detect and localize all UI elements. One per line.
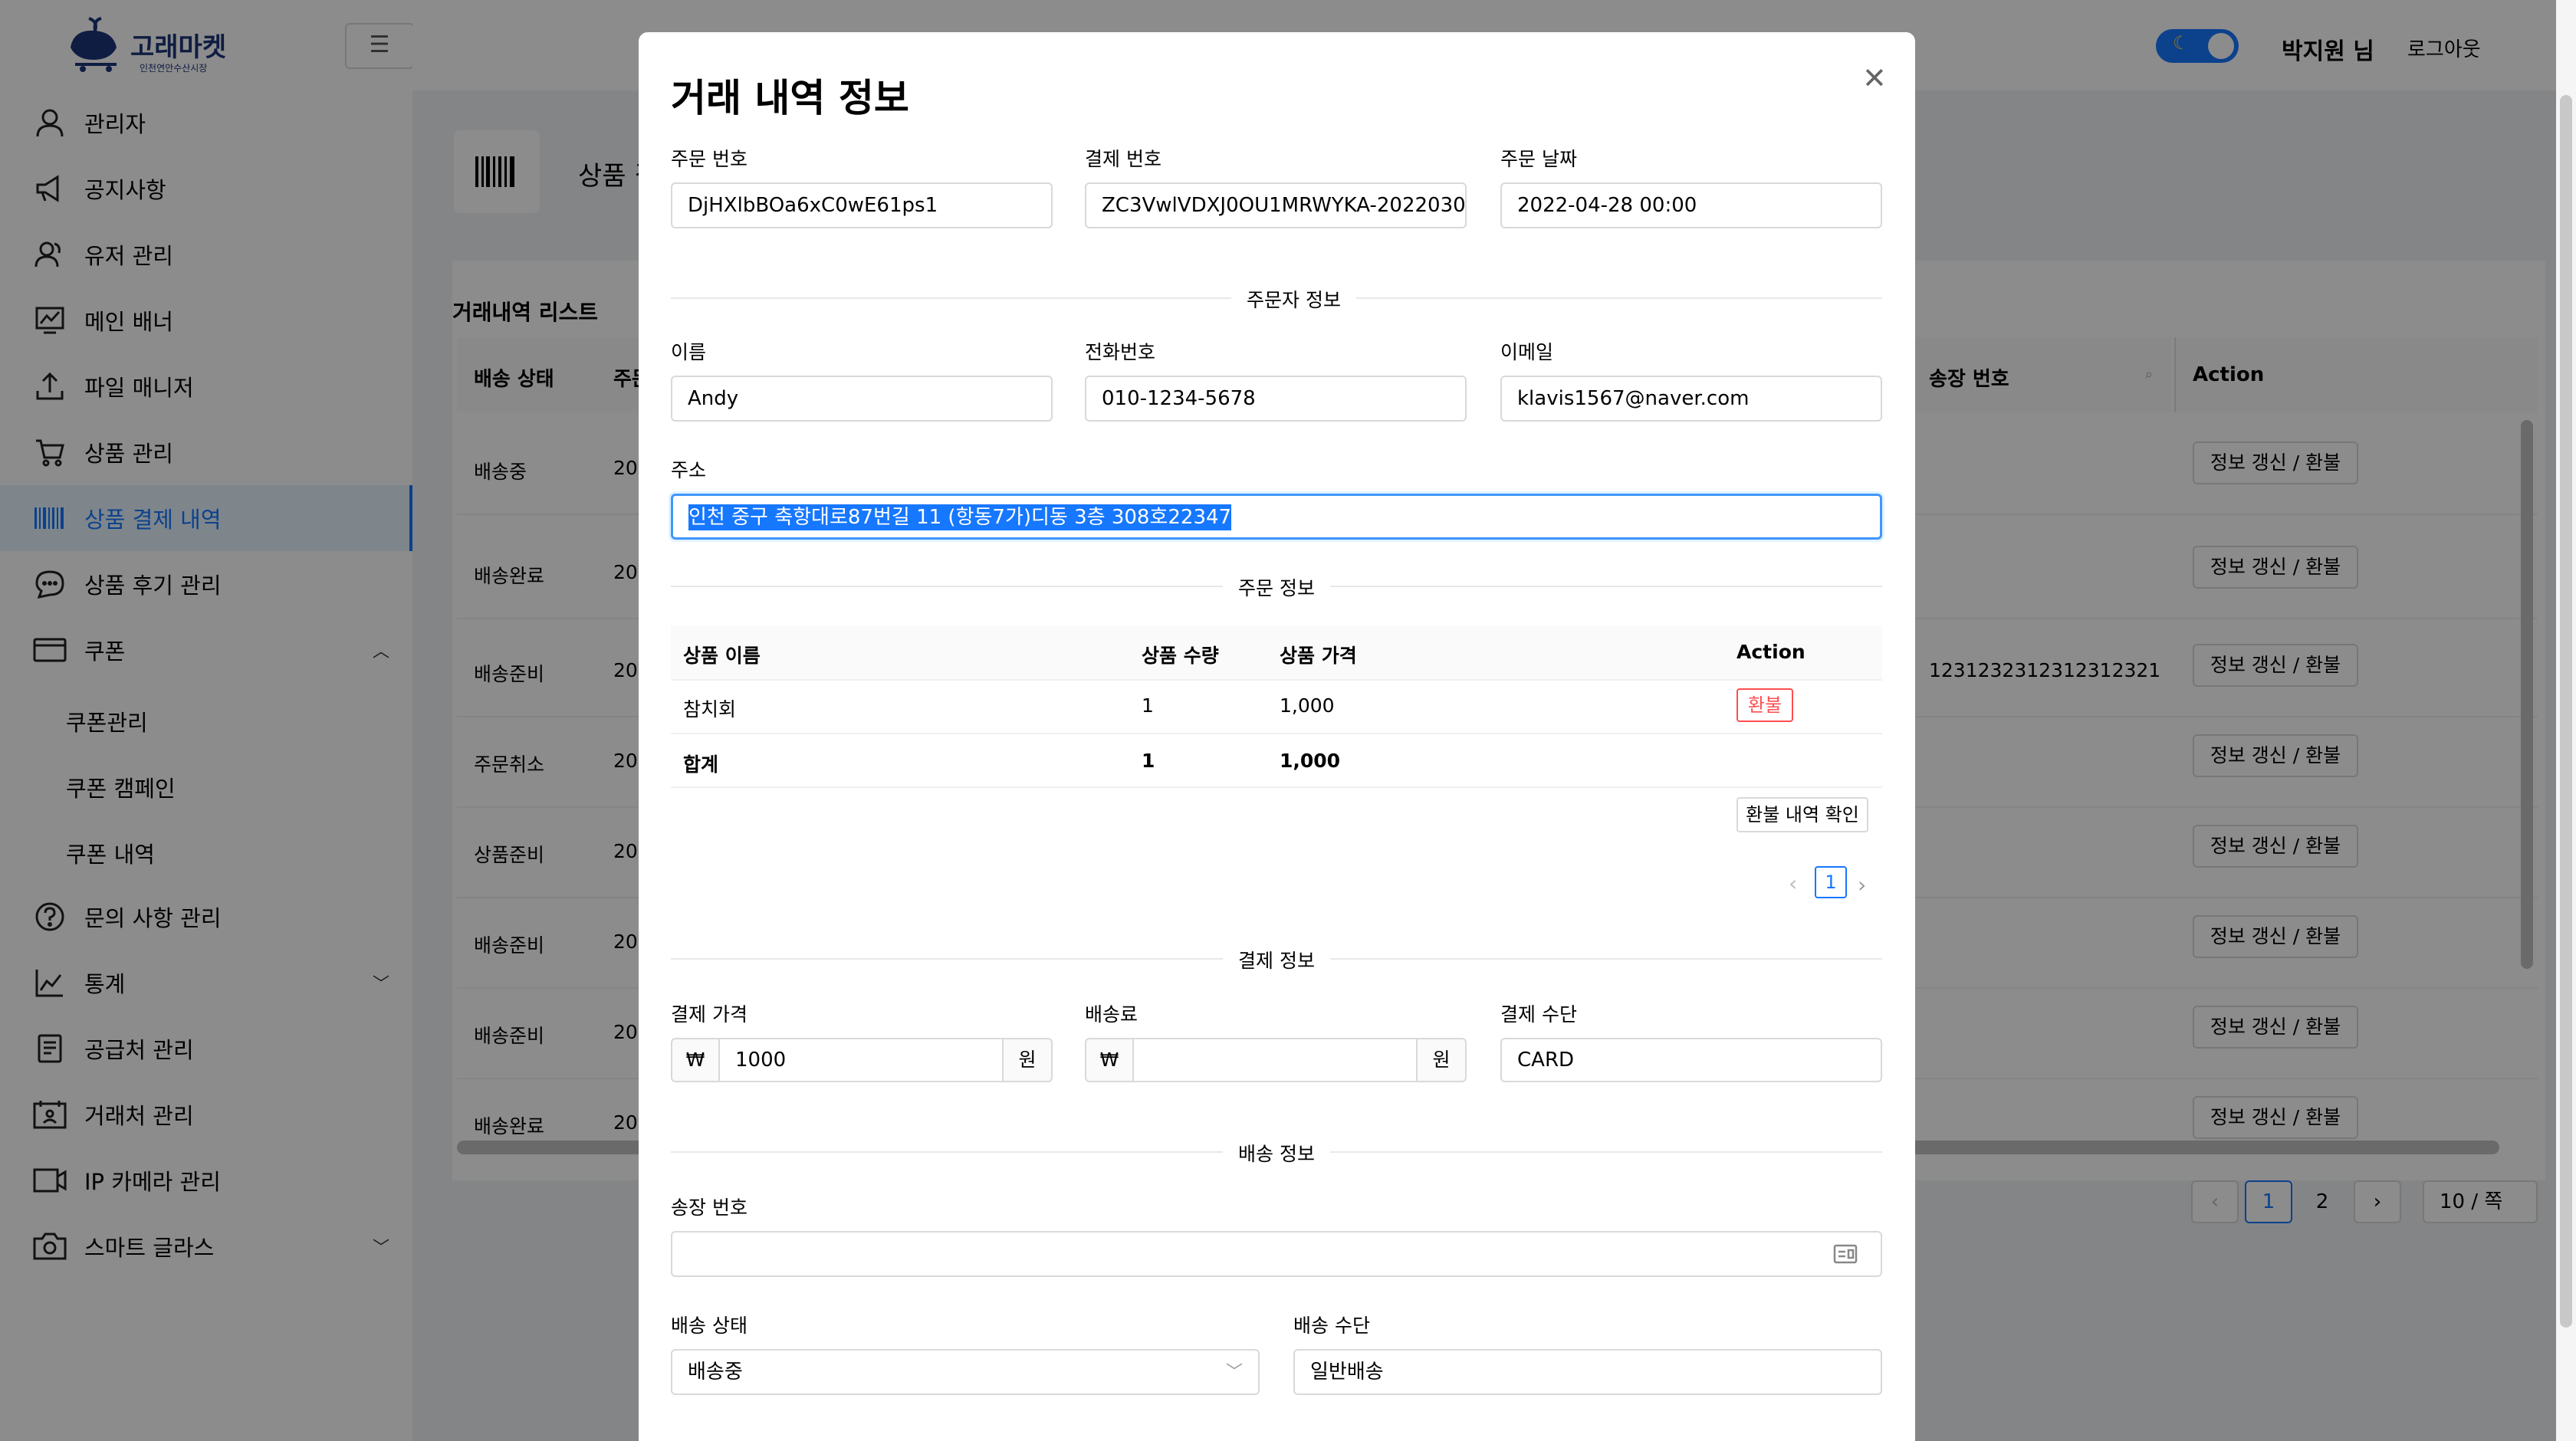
pagination-next-icon[interactable]: › [1858,872,1866,898]
order-table-page-1[interactable]: 1 [1815,866,1847,898]
transaction-detail-modal: 거래 내역 정보 ✕ 주문 번호 DjHXlbBOa6xC0wE61ps1 결제… [639,32,1915,1441]
id-card-icon[interactable] [1833,1243,1858,1265]
pay-method-label: 결제 수단 [1500,1003,1577,1026]
address-value: 인천 중구 축항대로87번길 11 (항동7가)디동 3층 308호22347 [688,504,1232,530]
won-suffix: 원 [1416,1038,1467,1082]
table-row-divider [671,679,1882,681]
email-field[interactable]: klavis1567@naver.com [1500,376,1882,422]
order-total-qty: 1 [1142,750,1155,772]
chevron-down-icon: ﹀ [1226,1363,1244,1382]
order-item-qty: 1 [1142,694,1154,717]
pay-price-label: 결제 가격 [671,1003,748,1026]
phone-field[interactable]: 010-1234-5678 [1085,376,1467,422]
order-total-price: 1,000 [1280,750,1341,772]
currency-prefix: ₩ [1085,1038,1134,1082]
order-item-price: 1,000 [1280,694,1335,717]
order-date-label: 주문 날짜 [1500,148,1577,170]
shipping-fee-field[interactable] [1132,1038,1418,1082]
address-field[interactable]: 인천 중구 축항대로87번길 11 (항동7가)디동 3층 308호22347 [671,494,1882,540]
currency-prefix: ₩ [671,1038,720,1082]
order-no-field[interactable]: DjHXlbBOa6xC0wE61ps1 [671,182,1053,228]
order-item-name: 참치회 [683,698,737,720]
invoice-label: 송장 번호 [671,1196,748,1219]
order-col-qty: 상품 수량 [1142,645,1219,667]
name-label: 이름 [671,341,707,363]
delivery-status-select[interactable]: 배송중 [671,1349,1260,1395]
delivery-status-value: 배송중 [688,1361,743,1384]
pay-no-label: 결제 번호 [1085,148,1162,170]
invoice-field[interactable] [671,1231,1882,1277]
window-scrollbar-thumb[interactable] [2560,95,2572,1328]
table-row-divider [671,786,1882,788]
order-table-header [671,625,1882,679]
shipping-fee-label: 배송료 [1085,1003,1138,1026]
section-title-payment: 결제 정보 [1223,946,1330,973]
order-no-label: 주문 번호 [671,148,748,170]
modal-title: 거래 내역 정보 [671,76,909,120]
pay-price-field[interactable]: 1000 [718,1038,1004,1082]
table-row-divider [671,733,1882,734]
order-col-action: Action [1737,641,1806,663]
section-title-order: 주문 정보 [1223,573,1330,601]
refund-history-button[interactable]: 환불 내역 확인 [1737,797,1868,832]
section-title-orderer: 주문자 정보 [1231,285,1356,313]
pagination-prev-icon[interactable]: ‹ [1789,871,1797,896]
won-suffix: 원 [1002,1038,1053,1082]
section-title-delivery: 배송 정보 [1223,1139,1330,1167]
delivery-method-field[interactable]: 일반배송 [1293,1349,1882,1395]
order-date-field[interactable]: 2022-04-28 00:00 [1500,182,1882,228]
address-label: 주소 [671,459,707,481]
delivery-method-label: 배송 수단 [1293,1315,1370,1337]
order-total-label: 합계 [683,753,719,776]
pay-method-field[interactable]: CARD [1500,1038,1882,1082]
name-field[interactable]: Andy [671,376,1053,422]
pay-no-field[interactable]: ZC3VwlVDXJ0OU1MRWYKA-2022030 [1085,182,1467,228]
order-col-price: 상품 가격 [1280,645,1357,667]
close-icon[interactable]: ✕ [1862,61,1887,95]
phone-label: 전화번호 [1085,341,1156,363]
refund-button[interactable]: 환불 [1737,688,1793,722]
email-label: 이메일 [1500,341,1554,363]
order-col-name: 상품 이름 [683,645,761,667]
delivery-status-label: 배송 상태 [671,1315,748,1337]
